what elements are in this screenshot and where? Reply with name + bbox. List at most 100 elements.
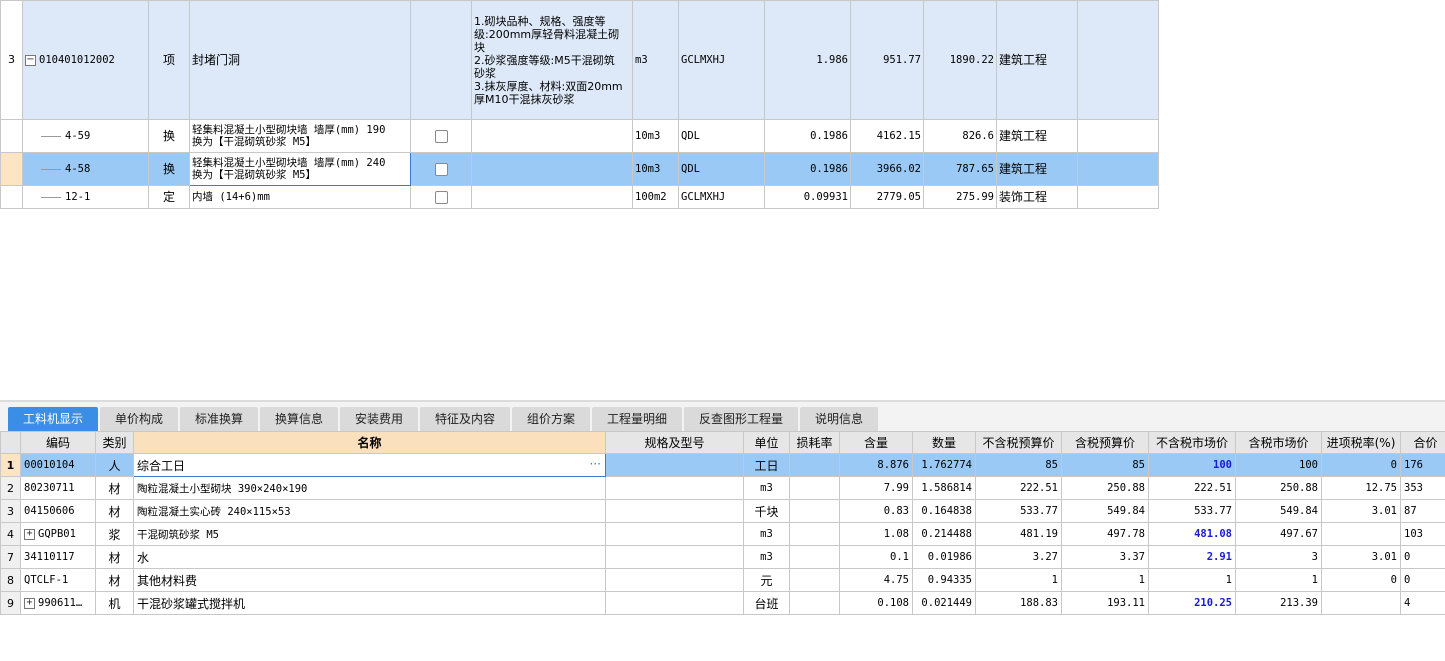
market-price-notax-cell[interactable]: 222.51: [1148, 476, 1236, 500]
table-row[interactable]: 3 −010401012002 项 封堵门洞 1.砌块品种、规格、强度等 级:2…: [0, 0, 1159, 120]
checkbox[interactable]: [434, 129, 448, 143]
loss-rate-cell[interactable]: [789, 499, 840, 523]
col-header-quantity[interactable]: 数量: [912, 431, 976, 454]
col-header-category[interactable]: 类别: [95, 431, 134, 454]
tab-labor-material-machine[interactable]: 工料机显示: [8, 407, 98, 431]
market-price-tax-cell[interactable]: 100: [1235, 453, 1322, 477]
code-cell[interactable]: 12-1: [22, 185, 149, 209]
col-header-loss-rate[interactable]: 损耗率: [789, 431, 840, 454]
market-price-notax-cell[interactable]: 533.77: [1148, 499, 1236, 523]
expand-toggle-icon[interactable]: +: [24, 597, 35, 609]
tab-quantity-detail[interactable]: 工程量明细: [592, 407, 682, 431]
content-cell[interactable]: 0.1: [839, 545, 913, 569]
spec-cell[interactable]: [605, 522, 744, 546]
loss-rate-cell[interactable]: [789, 545, 840, 569]
checkbox-cell[interactable]: [410, 152, 472, 186]
tax-rate-cell[interactable]: [1321, 591, 1401, 615]
col-header-code[interactable]: 编码: [20, 431, 96, 454]
col-header-total[interactable]: 合价: [1400, 431, 1445, 454]
content-cell[interactable]: 7.99: [839, 476, 913, 500]
spec-cell[interactable]: [605, 499, 744, 523]
table-row[interactable]: 4-58 换 轻集料混凝土小型砌块墙 墙厚(mm) 240 换为【干混砌筑砂浆 …: [0, 152, 1159, 186]
spec-cell[interactable]: [605, 591, 744, 615]
tax-rate-cell[interactable]: 12.75: [1321, 476, 1401, 500]
col-header-name[interactable]: 名称: [133, 431, 606, 454]
tax-rate-cell[interactable]: 3.01: [1321, 499, 1401, 523]
name-cell[interactable]: 水: [133, 545, 606, 569]
features-cell[interactable]: [471, 119, 633, 153]
content-cell[interactable]: 0.83: [839, 499, 913, 523]
loss-rate-cell[interactable]: [789, 568, 840, 592]
name-cell-editing[interactable]: 轻集料混凝土小型砌块墙 墙厚(mm) 240 换为【干混砌筑砂浆 M5】: [189, 152, 411, 186]
content-cell[interactable]: 0.108: [839, 591, 913, 615]
market-price-tax-cell[interactable]: 213.39: [1235, 591, 1322, 615]
spec-cell[interactable]: [605, 476, 744, 500]
checkbox-cell[interactable]: [410, 119, 472, 153]
tab-standard-conversion[interactable]: 标准换算: [180, 407, 258, 431]
tab-description[interactable]: 说明信息: [800, 407, 878, 431]
code-cell[interactable]: 00010104: [20, 453, 96, 477]
col-header-market-price-tax[interactable]: 含税市场价: [1235, 431, 1322, 454]
name-cell[interactable]: 其他材料费: [133, 568, 606, 592]
market-price-tax-cell[interactable]: 1: [1235, 568, 1322, 592]
table-row[interactable]: 12-1 定 内墙 (14+6)mm 100m2 GCLMXHJ 0.09931…: [0, 185, 1159, 209]
loss-rate-cell[interactable]: [789, 476, 840, 500]
table-row[interactable]: 2 80230711 材 陶粒混凝土小型砌块 390×240×190 m3 7.…: [0, 476, 1445, 500]
name-cell-editing[interactable]: 综合工日 ···: [133, 453, 606, 477]
table-row[interactable]: 8 QTCLF-1 材 其他材料费 元 4.75 0.94335 1 1 1 1…: [0, 568, 1445, 592]
name-cell[interactable]: 轻集料混凝土小型砌块墙 墙厚(mm) 190 换为【干混砌筑砂浆 M5】: [189, 119, 411, 153]
code-cell[interactable]: +990611…: [20, 591, 96, 615]
col-header-market-price-notax[interactable]: 不含税市场价: [1148, 431, 1236, 454]
code-cell[interactable]: 4-59: [22, 119, 149, 153]
name-cell[interactable]: 陶粒混凝土小型砌块 390×240×190: [133, 476, 606, 500]
market-price-notax-cell[interactable]: 100: [1148, 453, 1236, 477]
table-row[interactable]: 4 + GQPB01 浆 干混砌筑砂浆 M5 m3 1.08 0.214488 4…: [0, 522, 1445, 546]
tax-rate-cell[interactable]: 0: [1321, 568, 1401, 592]
expand-toggle-icon[interactable]: +: [24, 528, 35, 540]
table-row[interactable]: 4-59 换 轻集料混凝土小型砌块墙 墙厚(mm) 190 换为【干混砌筑砂浆 …: [0, 119, 1159, 153]
code-cell[interactable]: + GQPB01: [20, 522, 96, 546]
table-row[interactable]: 3 04150606 材 陶粒混凝土实心砖 240×115×53 千块 0.83…: [0, 499, 1445, 523]
tab-conversion-info[interactable]: 换算信息: [260, 407, 338, 431]
tab-unit-price-composition[interactable]: 单价构成: [100, 407, 178, 431]
col-header-spec[interactable]: 规格及型号: [605, 431, 744, 454]
loss-rate-cell[interactable]: [789, 591, 840, 615]
col-header-unit[interactable]: 单位: [743, 431, 790, 454]
content-cell[interactable]: 8.876: [839, 453, 913, 477]
code-cell[interactable]: 4-58: [22, 152, 149, 186]
spec-cell[interactable]: [605, 568, 744, 592]
content-cell[interactable]: 1.08: [839, 522, 913, 546]
more-options-icon[interactable]: ···: [590, 457, 601, 471]
features-cell[interactable]: [471, 185, 633, 209]
spec-cell[interactable]: [605, 453, 744, 477]
tax-rate-cell[interactable]: [1321, 522, 1401, 546]
name-cell[interactable]: 内墙 (14+6)mm: [189, 185, 411, 209]
content-cell[interactable]: 4.75: [839, 568, 913, 592]
table-row[interactable]: 9 +990611… 机 干混砂浆罐式搅拌机 台班 0.108 0.021449…: [0, 591, 1445, 615]
market-price-notax-cell[interactable]: 210.25: [1148, 591, 1236, 615]
spec-cell[interactable]: [605, 545, 744, 569]
market-price-tax-cell[interactable]: 250.88: [1235, 476, 1322, 500]
features-cell[interactable]: 1.砌块品种、规格、强度等 级:200mm厚轻骨料混凝土砌块 2.砂浆强度等级:…: [471, 0, 633, 120]
name-cell[interactable]: 陶粒混凝土实心砖 240×115×53: [133, 499, 606, 523]
tax-rate-cell[interactable]: 0: [1321, 453, 1401, 477]
code-cell[interactable]: −010401012002: [22, 0, 149, 120]
market-price-notax-cell[interactable]: 2.91: [1148, 545, 1236, 569]
collapse-toggle-icon[interactable]: −: [25, 54, 36, 66]
market-price-notax-cell[interactable]: 1: [1148, 568, 1236, 592]
col-header-budget-price-notax[interactable]: 不含税预算价: [975, 431, 1062, 454]
col-header-content[interactable]: 含量: [839, 431, 913, 454]
tab-installation-cost[interactable]: 安装费用: [340, 407, 418, 431]
col-header-budget-price-tax[interactable]: 含税预算价: [1061, 431, 1149, 454]
tab-pricing-scheme[interactable]: 组价方案: [512, 407, 590, 431]
features-cell[interactable]: [471, 152, 633, 186]
checkbox[interactable]: [434, 162, 448, 176]
name-cell[interactable]: 干混砂浆罐式搅拌机: [133, 591, 606, 615]
name-cell[interactable]: 封堵门洞: [189, 0, 411, 120]
code-cell[interactable]: 04150606: [20, 499, 96, 523]
market-price-tax-cell[interactable]: 549.84: [1235, 499, 1322, 523]
tab-reverse-graphic-quantity[interactable]: 反查图形工程量: [684, 407, 798, 431]
table-row[interactable]: 1 00010104 人 综合工日 ··· 工日 8.876 1.762774 8…: [0, 453, 1445, 477]
checkbox-cell[interactable]: [410, 185, 472, 209]
market-price-notax-cell[interactable]: 481.08: [1148, 522, 1236, 546]
